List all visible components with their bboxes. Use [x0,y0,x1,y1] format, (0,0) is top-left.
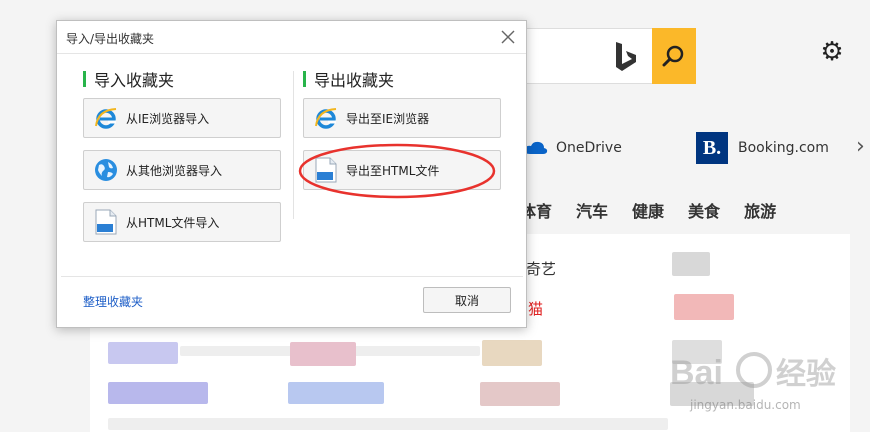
export-to-ie-button[interactable]: 导出至IE浏览器 [303,98,501,138]
cancel-button[interactable]: 取消 [423,287,511,313]
button-label: 从其他浏览器导入 [126,163,223,178]
category-item[interactable]: 旅游 [744,198,776,222]
bing-logo-icon [616,42,636,71]
import-from-html-button[interactable]: 从HTML文件导入 [83,202,281,242]
column-divider [293,71,294,219]
search-button[interactable] [652,28,696,84]
category-item[interactable]: 汽车 [576,198,608,222]
blurred-site [108,382,208,404]
close-icon [501,30,515,44]
shortcut-onedrive[interactable]: OneDrive [524,128,622,168]
ie-icon [314,105,338,131]
svg-text:Bai: Bai [670,354,723,392]
accent-bar [83,71,86,87]
import-from-other-browser-button[interactable]: 从其他浏览器导入 [83,150,281,190]
export-section-heading: 导出收藏夹 [303,69,395,90]
site-link[interactable]: 奇艺 [526,258,556,279]
heading-text: 导入收藏夹 [94,71,175,90]
blurred-site [108,342,178,364]
cloud-icon [524,141,548,154]
category-bar: 体育 汽车 健康 美食 旅游 [500,190,870,230]
title-divider [57,53,526,54]
category-item[interactable]: 美食 [688,198,720,222]
button-label: 导出至IE浏览器 [346,111,430,126]
magnifier-icon [662,45,684,67]
blurred-site [672,252,710,276]
chevron-right-icon[interactable]: › [856,134,865,159]
globe-icon [94,157,118,183]
ie-icon [94,105,118,131]
gear-icon[interactable]: ⚙ [818,38,846,66]
shortcut-label: Booking.com [738,140,829,156]
import-from-ie-button[interactable]: 从IE浏览器导入 [83,98,281,138]
footer-divider [61,276,523,277]
heading-text: 导出收藏夹 [314,71,395,90]
category-item[interactable]: 健康 [632,198,664,222]
button-label: 从HTML文件导入 [126,215,220,230]
shortcut-label: OneDrive [556,140,622,156]
dialog-title: 导入/导出收藏夹 [66,32,155,46]
blurred-site [288,382,384,404]
watermark-url: jingyan.baidu.com [690,398,801,412]
blurred-site [482,340,542,366]
svg-text:经验: 经验 [776,357,836,392]
site-link[interactable]: 猫 [528,298,543,319]
shortcut-booking[interactable]: B. Booking.com [696,128,829,168]
blurred-site [674,294,734,320]
button-label: 从IE浏览器导入 [126,111,210,126]
blurred-site [108,418,668,430]
import-section-heading: 导入收藏夹 [83,69,175,90]
blurred-site [290,342,356,366]
html-file-icon [94,209,118,235]
booking-logo: B. [696,132,728,164]
manage-favorites-link[interactable]: 整理收藏夹 [83,293,143,310]
blurred-site [480,382,560,406]
accent-bar [303,71,306,87]
annotation-ellipse [298,143,496,199]
import-export-favorites-dialog: 导入/导出收藏夹 导入收藏夹 导出收藏夹 从IE浏览器导入 从其他浏览器导入 从… [56,20,527,328]
close-button[interactable] [498,27,518,47]
baidu-watermark-logo: Bai 经验 [670,352,836,392]
